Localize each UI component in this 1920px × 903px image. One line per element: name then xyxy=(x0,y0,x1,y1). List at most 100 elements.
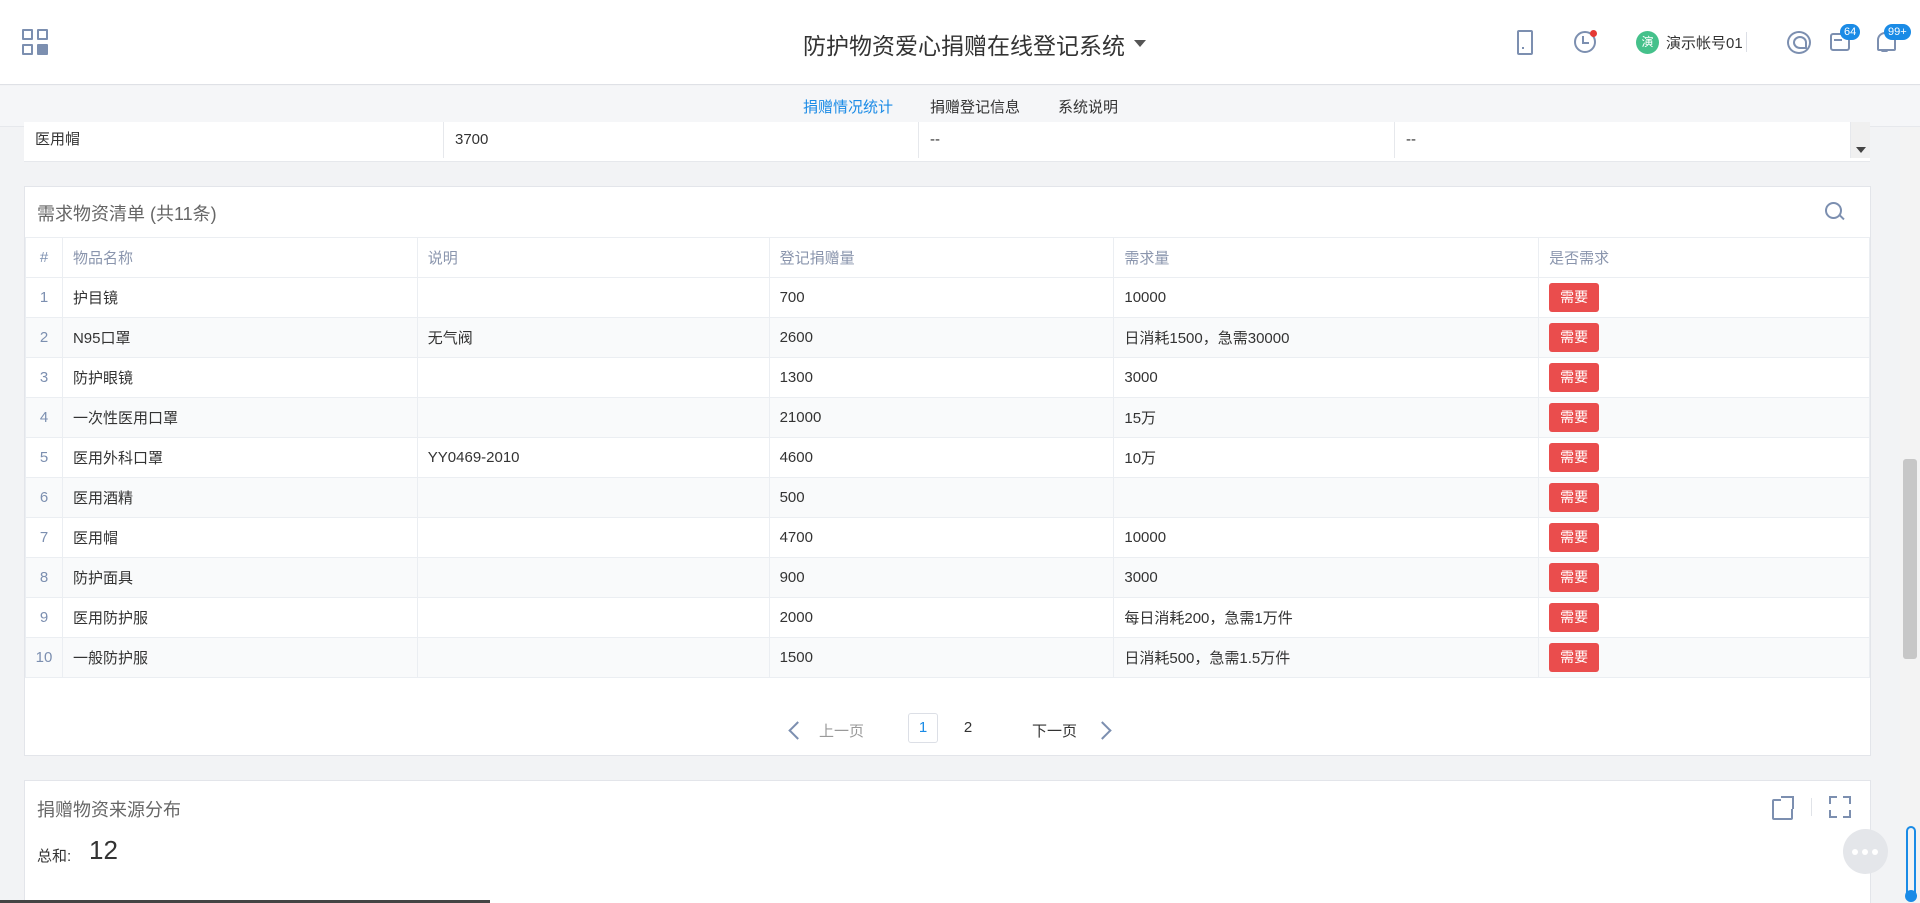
mobile-icon[interactable] xyxy=(1508,27,1538,57)
row-index: 9 xyxy=(25,597,63,638)
item-need-cell: 需要 xyxy=(1538,397,1870,438)
item-demand: 3000 xyxy=(1113,557,1540,598)
theme-icon[interactable] xyxy=(1784,27,1814,57)
table-row[interactable]: 2 N95口罩 无气阀 2600 日消耗1500，急需30000 需要 xyxy=(25,317,1870,358)
need-button[interactable]: 需要 xyxy=(1549,483,1600,512)
need-button[interactable]: 需要 xyxy=(1549,443,1600,472)
table-row[interactable]: 8 防护面具 900 3000 需要 xyxy=(25,557,1870,598)
item-demand: 10000 xyxy=(1113,277,1540,318)
table-row[interactable]: 1 护目镜 700 10000 需要 xyxy=(25,277,1870,318)
row-index: 7 xyxy=(25,517,63,558)
table-header-row: # 物品名称 说明 登记捐赠量 需求量 是否需求 xyxy=(25,237,1870,278)
notification-dot xyxy=(1590,30,1597,37)
need-button[interactable]: 需要 xyxy=(1549,643,1600,672)
need-button[interactable]: 需要 xyxy=(1549,603,1600,632)
chevron-right-icon[interactable] xyxy=(1097,720,1113,740)
item-desc xyxy=(416,397,770,438)
tab-donation-records[interactable]: 捐赠登记信息 xyxy=(930,96,1020,117)
need-button[interactable]: 需要 xyxy=(1549,363,1600,392)
column-header[interactable]: 需求量 xyxy=(1113,237,1540,278)
item-name: 医用外科口罩 xyxy=(61,437,418,478)
upper-cell-value: 3700 xyxy=(444,122,919,158)
need-button[interactable]: 需要 xyxy=(1549,523,1600,552)
tab-donation-stats[interactable]: 捐赠情况统计 xyxy=(803,96,893,117)
item-need-cell: 需要 xyxy=(1538,597,1870,638)
tab-bar: 捐赠情况统计 捐赠登记信息 系统说明 xyxy=(0,86,1920,127)
upper-cell-c3: -- xyxy=(919,122,1395,158)
item-donated: 1500 xyxy=(768,637,1115,678)
column-header[interactable]: 物品名称 xyxy=(61,237,418,278)
page-1-button[interactable]: 1 xyxy=(908,713,938,743)
item-demand: 15万 xyxy=(1113,397,1540,438)
item-desc xyxy=(416,517,770,558)
avatar[interactable]: 演 xyxy=(1636,31,1659,54)
table-row[interactable]: 6 医用酒精 500 需要 xyxy=(25,477,1870,518)
item-donated: 500 xyxy=(768,477,1115,518)
item-donated: 2000 xyxy=(768,597,1115,638)
item-need-cell: 需要 xyxy=(1538,317,1870,358)
table-row[interactable]: 4 一次性医用口罩 21000 15万 需要 xyxy=(25,397,1870,438)
item-need-cell: 需要 xyxy=(1538,517,1870,558)
more-icon[interactable] xyxy=(1843,829,1888,874)
item-demand: 10万 xyxy=(1113,437,1540,478)
item-donated: 2600 xyxy=(768,317,1115,358)
table-row[interactable]: 3 防护眼镜 1300 3000 需要 xyxy=(25,357,1870,398)
item-desc xyxy=(416,557,770,598)
chevron-left-icon[interactable] xyxy=(787,720,803,740)
need-button[interactable]: 需要 xyxy=(1549,403,1600,432)
upper-cell-c4: -- xyxy=(1406,131,1416,148)
page-2-button[interactable]: 2 xyxy=(953,713,983,743)
item-need-cell: 需要 xyxy=(1538,557,1870,598)
item-desc xyxy=(416,357,770,398)
upper-table-scrollbar[interactable] xyxy=(1850,122,1870,158)
table-row[interactable]: 9 医用防护服 2000 每日消耗200，急需1万件 需要 xyxy=(25,597,1870,638)
item-demand: 10000 xyxy=(1113,517,1540,558)
item-donated: 1300 xyxy=(768,357,1115,398)
chevron-down-icon[interactable] xyxy=(1134,40,1146,47)
next-page-button[interactable]: 下一页 xyxy=(1032,720,1077,741)
app-title[interactable]: 防护物资爱心捐赠在线登记系统 xyxy=(803,27,1125,61)
search-icon[interactable] xyxy=(1824,201,1846,223)
scrollbar-thumb[interactable] xyxy=(1903,459,1917,659)
item-demand: 3000 xyxy=(1113,357,1540,398)
prev-page-button[interactable]: 上一页 xyxy=(819,720,864,741)
item-demand: 日消耗500，急需1.5万件 xyxy=(1113,637,1540,678)
column-header[interactable]: 说明 xyxy=(416,237,770,278)
top-header: 防护物资爱心捐赠在线登记系统 演 演示帐号01 64 99+ xyxy=(0,0,1920,85)
tab-system-info[interactable]: 系统说明 xyxy=(1058,96,1118,117)
row-index: 6 xyxy=(25,477,63,518)
message-badge: 64 xyxy=(1840,24,1861,40)
table-row[interactable]: 7 医用帽 4700 10000 需要 xyxy=(25,517,1870,558)
need-button[interactable]: 需要 xyxy=(1549,283,1600,312)
item-donated: 900 xyxy=(768,557,1115,598)
external-link-icon[interactable] xyxy=(1770,795,1794,820)
item-need-cell: 需要 xyxy=(1538,477,1870,518)
item-donated: 700 xyxy=(768,277,1115,318)
row-index: 10 xyxy=(25,637,63,678)
row-index: 3 xyxy=(25,357,63,398)
total-label: 总和: xyxy=(37,848,72,865)
page-scrollbar[interactable] xyxy=(1900,127,1920,903)
item-desc xyxy=(416,477,770,518)
table-row[interactable]: 10 一般防护服 1500 日消耗500，急需1.5万件 需要 xyxy=(25,637,1870,678)
user-name[interactable]: 演示帐号01 xyxy=(1666,32,1743,53)
item-demand: 每日消耗200，急需1万件 xyxy=(1113,597,1540,638)
column-header[interactable]: 是否需求 xyxy=(1538,237,1870,278)
need-button[interactable]: 需要 xyxy=(1549,323,1600,352)
item-name: 医用防护服 xyxy=(61,597,418,638)
needs-table: # 物品名称 说明 登记捐赠量 需求量 是否需求 1 护目镜 700 10000… xyxy=(25,237,1870,678)
item-name: 一般防护服 xyxy=(61,637,418,678)
item-name: N95口罩 xyxy=(61,317,418,358)
app-grid-icon[interactable] xyxy=(22,29,50,57)
table-row[interactable]: 5 医用外科口罩 YY0469-2010 4600 10万 需要 xyxy=(25,437,1870,478)
item-name: 医用帽 xyxy=(61,517,418,558)
fullscreen-icon[interactable] xyxy=(1828,795,1852,819)
pagination: 上一页 1 2 下一页 xyxy=(25,711,1870,747)
thermometer-icon[interactable] xyxy=(1905,826,1917,902)
needs-card: 需求物资清单 (共11条) # 物品名称 说明 登记捐赠量 需求量 是否需求 1… xyxy=(24,186,1871,756)
total-value: 12 xyxy=(89,835,118,865)
need-button[interactable]: 需要 xyxy=(1549,563,1600,592)
item-name: 医用酒精 xyxy=(61,477,418,518)
upper-cell-name: 医用帽 xyxy=(24,122,444,158)
column-header[interactable]: 登记捐赠量 xyxy=(768,237,1115,278)
